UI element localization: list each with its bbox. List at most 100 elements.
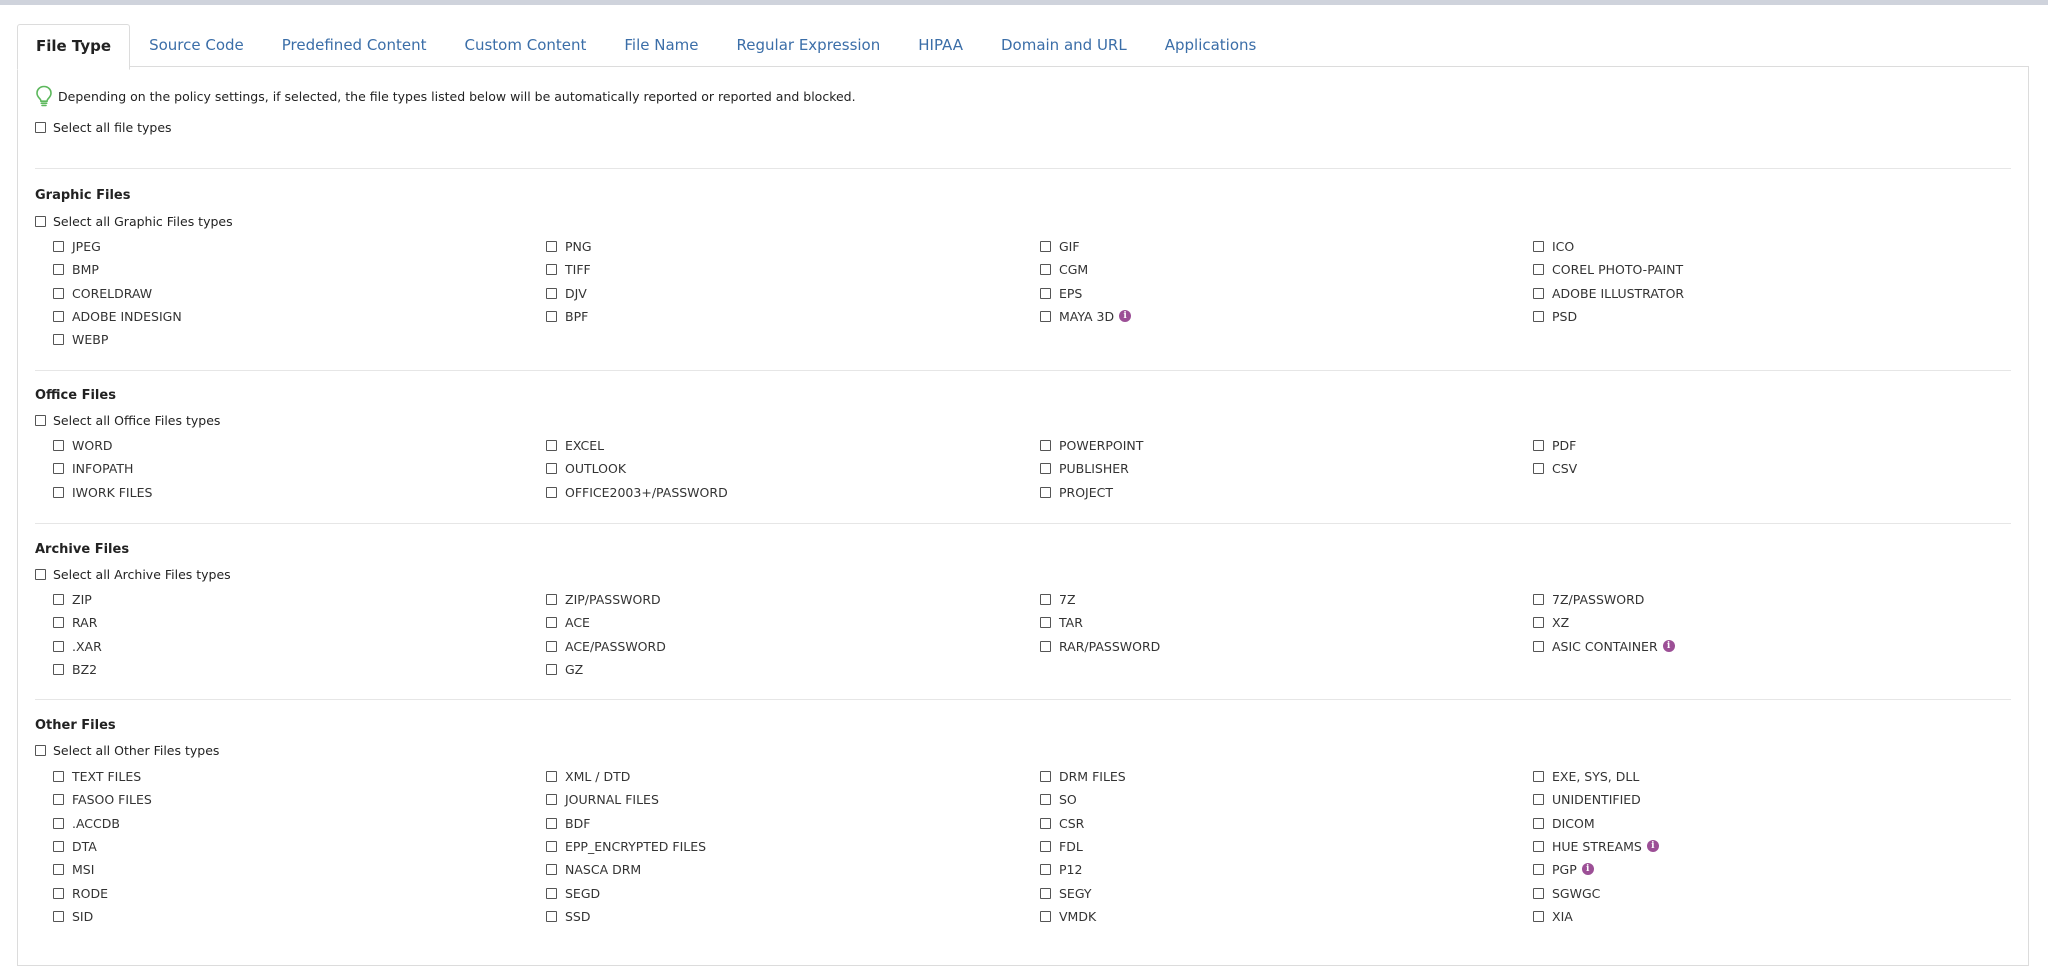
file-type-checkbox[interactable] <box>546 486 557 498</box>
file-type-checkbox[interactable] <box>546 793 557 805</box>
file-type-csr[interactable]: CSR <box>1040 814 1084 832</box>
select-all-archive-files[interactable]: Select all Archive Files types <box>35 565 231 583</box>
file-type-ssd[interactable]: SSD <box>546 907 591 925</box>
file-type-checkbox[interactable] <box>53 910 64 922</box>
file-type-checkbox[interactable] <box>1533 240 1544 252</box>
file-type-checkbox[interactable] <box>546 663 557 675</box>
file-type-excel[interactable]: EXCEL <box>546 436 604 454</box>
file-type-checkbox[interactable] <box>546 593 557 605</box>
file-type-checkbox[interactable] <box>53 310 64 322</box>
file-type-csv[interactable]: CSV <box>1533 459 1577 477</box>
select-all-checkbox[interactable] <box>35 121 46 133</box>
select-all-checkbox[interactable] <box>35 744 46 756</box>
file-type-gif[interactable]: GIF <box>1040 237 1080 255</box>
file-type-checkbox[interactable] <box>1040 439 1051 451</box>
file-type-checkbox[interactable] <box>53 486 64 498</box>
tab-hipaa[interactable]: HIPAA <box>899 24 982 67</box>
file-type-checkbox[interactable] <box>53 287 64 299</box>
file-type-checkbox[interactable] <box>1040 887 1051 899</box>
file-type-exe-sys-dll[interactable]: EXE, SYS, DLL <box>1533 767 1639 785</box>
file-type-infopath[interactable]: INFOPATH <box>53 459 133 477</box>
file-type-checkbox[interactable] <box>1040 310 1051 322</box>
file-type-checkbox[interactable] <box>1533 770 1544 782</box>
file-type-7z[interactable]: 7Z <box>1040 590 1076 608</box>
file-type-psd[interactable]: PSD <box>1533 307 1577 325</box>
file-type-msi[interactable]: MSI <box>53 860 94 878</box>
file-type-7z-password[interactable]: 7Z/PASSWORD <box>1533 590 1644 608</box>
file-type-checkbox[interactable] <box>53 770 64 782</box>
tab-applications[interactable]: Applications <box>1146 24 1276 67</box>
tab-regular-expression[interactable]: Regular Expression <box>718 24 900 67</box>
select-all-checkbox[interactable] <box>35 215 46 227</box>
file-type-ace[interactable]: ACE <box>546 613 590 631</box>
file-type-checkbox[interactable] <box>53 333 64 345</box>
file-type-checkbox[interactable] <box>53 240 64 252</box>
file-type-pdf[interactable]: PDF <box>1533 436 1576 454</box>
file-type-checkbox[interactable] <box>546 263 557 275</box>
select-all-graphic-files[interactable]: Select all Graphic Files types <box>35 212 233 230</box>
file-type-unidentified[interactable]: UNIDENTIFIED <box>1533 790 1641 808</box>
file-type-adobe-illustrator[interactable]: ADOBE ILLUSTRATOR <box>1533 284 1684 302</box>
file-type-rode[interactable]: RODE <box>53 884 108 902</box>
file-type-xia[interactable]: XIA <box>1533 907 1573 925</box>
tab-domain-and-url[interactable]: Domain and URL <box>982 24 1146 67</box>
file-type-checkbox[interactable] <box>1040 263 1051 275</box>
file-type-asic-container[interactable]: ASIC CONTAINER i <box>1533 637 1675 655</box>
file-type-zip-password[interactable]: ZIP/PASSWORD <box>546 590 661 608</box>
file-type-checkbox[interactable] <box>1533 310 1544 322</box>
file-type-checkbox[interactable] <box>53 887 64 899</box>
file-type-checkbox[interactable] <box>53 263 64 275</box>
file-type-checkbox[interactable] <box>53 663 64 675</box>
file-type-checkbox[interactable] <box>1533 462 1544 474</box>
file-type-jpeg[interactable]: JPEG <box>53 237 101 255</box>
file-type-checkbox[interactable] <box>53 462 64 474</box>
file-type-outlook[interactable]: OUTLOOK <box>546 459 626 477</box>
file-type-iwork-files[interactable]: IWORK FILES <box>53 483 152 501</box>
file-type-sgwgc[interactable]: SGWGC <box>1533 884 1600 902</box>
file-type-journal-files[interactable]: JOURNAL FILES <box>546 790 659 808</box>
file-type-checkbox[interactable] <box>53 439 64 451</box>
select-all-other-files[interactable]: Select all Other Files types <box>35 741 219 759</box>
file-type-adobe-indesign[interactable]: ADOBE INDESIGN <box>53 307 182 325</box>
file-type-checkbox[interactable] <box>546 310 557 322</box>
file-type-checkbox[interactable] <box>546 770 557 782</box>
file-type-checkbox[interactable] <box>546 240 557 252</box>
file-type-checkbox[interactable] <box>1533 840 1544 852</box>
file-type-sid[interactable]: SID <box>53 907 93 925</box>
file-type-checkbox[interactable] <box>546 287 557 299</box>
file-type-checkbox[interactable] <box>53 793 64 805</box>
file-type-checkbox[interactable] <box>53 817 64 829</box>
file-type-text-files[interactable]: TEXT FILES <box>53 767 141 785</box>
file-type-checkbox[interactable] <box>1040 770 1051 782</box>
file-type-tar[interactable]: TAR <box>1040 613 1083 631</box>
info-icon[interactable]: i <box>1662 640 1675 652</box>
file-type-rar-password[interactable]: RAR/PASSWORD <box>1040 637 1160 655</box>
file-type-pgp[interactable]: PGP i <box>1533 860 1594 878</box>
tab-source-code[interactable]: Source Code <box>130 24 263 67</box>
file-type-checkbox[interactable] <box>1040 817 1051 829</box>
file-type-ace-password[interactable]: ACE/PASSWORD <box>546 637 666 655</box>
file-type-cgm[interactable]: CGM <box>1040 260 1088 278</box>
file-type-checkbox[interactable] <box>1040 240 1051 252</box>
file-type-checkbox[interactable] <box>1533 593 1544 605</box>
file-type-checkbox[interactable] <box>546 863 557 875</box>
file-type-dta[interactable]: DTA <box>53 837 97 855</box>
file-type-checkbox[interactable] <box>1040 486 1051 498</box>
file-type-tiff[interactable]: TIFF <box>546 260 591 278</box>
file-type-rar[interactable]: RAR <box>53 613 97 631</box>
file-type-checkbox[interactable] <box>1533 439 1544 451</box>
file-type-checkbox[interactable] <box>546 616 557 628</box>
file-type-checkbox[interactable] <box>1533 863 1544 875</box>
file-type-checkbox[interactable] <box>1040 462 1051 474</box>
file-type-word[interactable]: WORD <box>53 436 113 454</box>
file-type-corel-photo-paint[interactable]: COREL PHOTO-PAINT <box>1533 260 1683 278</box>
file-type-coreldraw[interactable]: CORELDRAW <box>53 284 152 302</box>
file-type-checkbox[interactable] <box>1040 616 1051 628</box>
file-type-accdb[interactable]: .ACCDB <box>53 814 120 832</box>
file-type-checkbox[interactable] <box>53 616 64 628</box>
file-type-png[interactable]: PNG <box>546 237 592 255</box>
file-type-zip[interactable]: ZIP <box>53 590 92 608</box>
file-type-checkbox[interactable] <box>546 439 557 451</box>
file-type-nasca-drm[interactable]: NASCA DRM <box>546 860 641 878</box>
file-type-checkbox[interactable] <box>1040 287 1051 299</box>
